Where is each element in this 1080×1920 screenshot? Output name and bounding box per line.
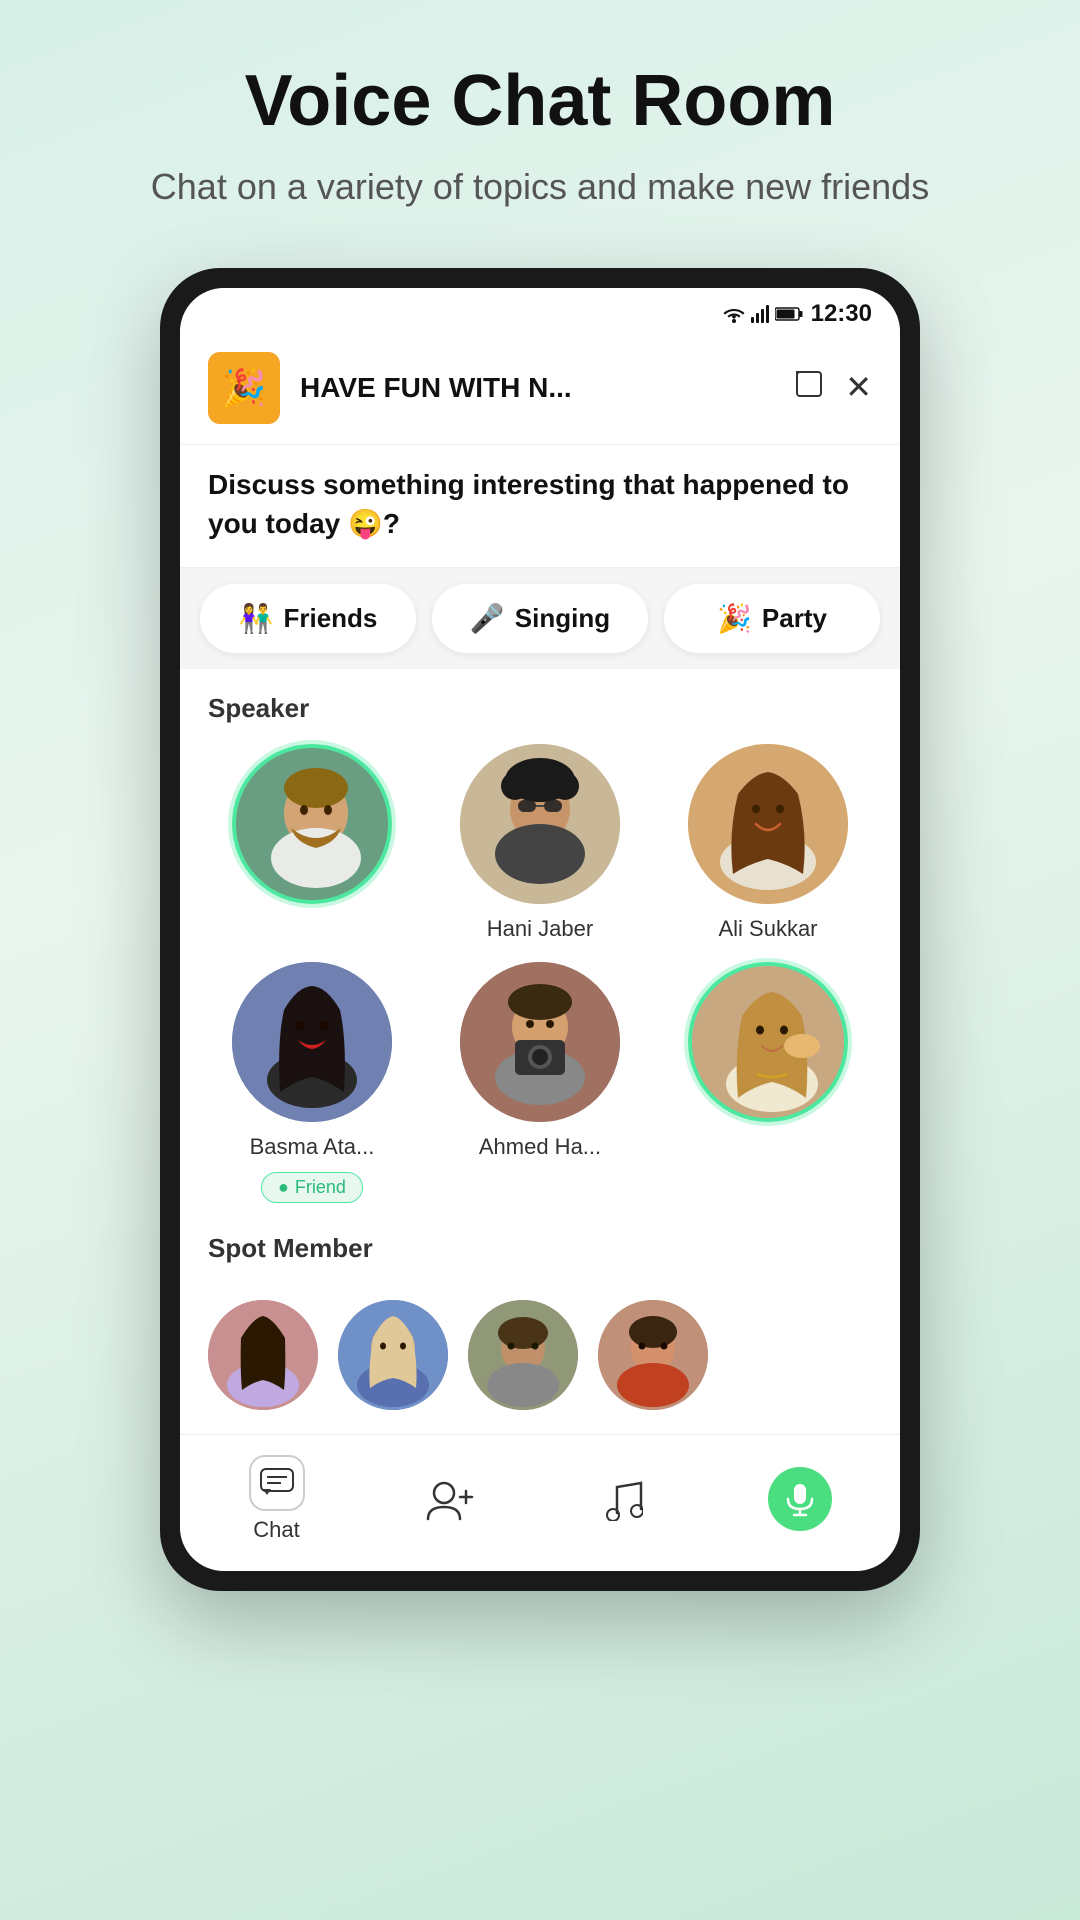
chat-title: HAVE FUN WITH N... [300,372,793,404]
speaker-item-4: Basma Ata... ● Friend [208,962,416,1203]
speaker-item-3: Ali Sukkar [664,744,872,942]
speaker-item-1 [208,744,416,942]
friend-badge-icon: ● [278,1177,289,1198]
speaker-item-2: Hani Jaber [436,744,644,942]
chat-description: Discuss something interesting that happe… [180,445,900,568]
nav-mic[interactable] [768,1467,832,1531]
speaker-avatar-2 [460,744,620,904]
speaker-grid: Hani Jaber [208,744,872,1203]
spot-grid [208,1284,872,1410]
page-title: Voice Chat Room [245,60,836,142]
singing-emoji: 🎤 [470,602,505,635]
tab-party[interactable]: 🎉 Party [664,584,880,653]
speaker-name-4: Basma Ata... [250,1134,375,1160]
nav-chat[interactable]: Chat [249,1455,305,1543]
speaker-avatar-6 [688,962,848,1122]
battery-icon [775,306,803,322]
friends-emoji: 👫 [239,602,274,635]
tab-bar: 👫 Friends 🎤 Singing 🎉 Party [180,568,900,669]
content-area: Speaker [180,669,900,1434]
spot-member-3 [468,1300,578,1410]
speaker-item-6 [664,962,872,1203]
mic-nav-icon [768,1467,832,1531]
wifi-icon [723,305,745,323]
spot-member-2 [338,1300,448,1410]
spot-section-title: Spot Member [208,1233,872,1264]
singing-label: Singing [515,603,610,634]
page-subtitle: Chat on a variety of topics and make new… [151,166,929,208]
svg-text:🎉: 🎉 [222,367,267,409]
tab-singing[interactable]: 🎤 Singing [432,584,648,653]
signal-icon [751,305,769,323]
nav-add-friend[interactable] [422,1471,478,1527]
speaker-avatar-3 [688,744,848,904]
header-icons: ✕ [793,368,872,408]
friend-badge: ● Friend [261,1172,363,1203]
party-emoji: 🎉 [717,602,752,635]
bottom-nav: Chat [180,1434,900,1571]
chat-avatar: 🎉 [208,352,280,424]
spot-member-4 [598,1300,708,1410]
chat-nav-icon [249,1455,305,1511]
phone-screen: 12:30 🎉 HAVE FUN WITH N... ✕ [180,288,900,1571]
add-friend-icon [422,1471,478,1527]
speaker-item-5: Ahmed Ha... [436,962,644,1203]
chat-header: 🎉 HAVE FUN WITH N... ✕ [180,336,900,445]
speaker-avatar-5 [460,962,620,1122]
spot-section: Spot Member [208,1233,872,1410]
spot-member-1 [208,1300,318,1410]
speaker-avatar-1 [232,744,392,904]
status-time: 12:30 [811,300,872,328]
speaker-name-3: Ali Sukkar [718,916,817,942]
chat-nav-label: Chat [253,1517,299,1543]
party-label: Party [762,603,827,634]
phone-frame: 12:30 🎉 HAVE FUN WITH N... ✕ [160,268,920,1591]
friend-badge-text: Friend [295,1177,346,1198]
friends-label: Friends [283,603,377,634]
status-bar: 12:30 [180,288,900,336]
nav-music[interactable] [595,1471,651,1527]
expand-icon[interactable] [793,368,825,408]
speaker-avatar-4 [232,962,392,1122]
speaker-name-5: Ahmed Ha... [479,1134,601,1160]
music-icon [595,1471,651,1527]
speaker-section-title: Speaker [208,693,872,724]
speaker-name-2: Hani Jaber [487,916,593,942]
close-icon[interactable]: ✕ [845,368,872,408]
status-icons [723,305,803,323]
tab-friends[interactable]: 👫 Friends [200,584,416,653]
